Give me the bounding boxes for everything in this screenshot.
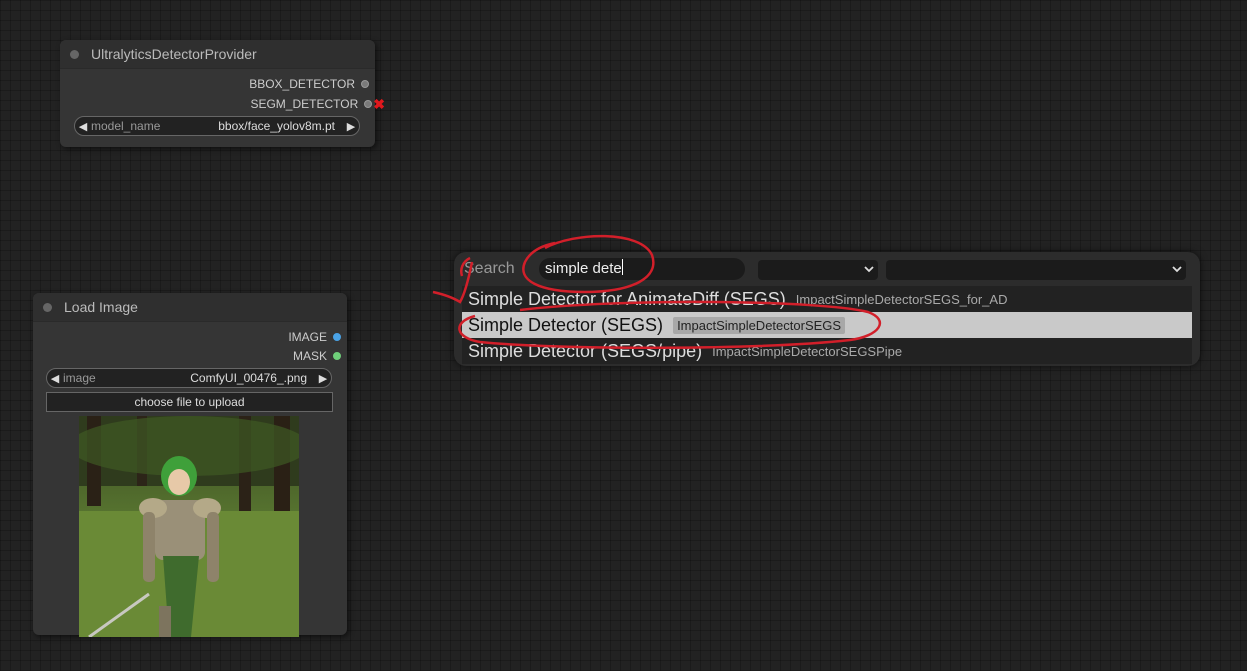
combo-label: model_name (91, 119, 161, 133)
collapse-dot-icon[interactable] (70, 49, 79, 59)
output-segm-detector[interactable]: SEGM_DETECTOR ✖ (250, 96, 385, 112)
node-header[interactable]: Load Image (33, 293, 347, 322)
combo-label: image (63, 371, 96, 385)
combo-left-arrow-icon[interactable]: ◀ (47, 372, 63, 385)
output-socket-icon[interactable] (361, 80, 369, 88)
search-results-list: Simple Detector for AnimateDiff (SEGS) I… (462, 286, 1192, 364)
search-result-item[interactable]: Simple Detector (SEGS/pipe) ImpactSimple… (462, 338, 1192, 364)
output-socket-icon[interactable] (333, 352, 341, 360)
search-result-item-selected[interactable]: Simple Detector (SEGS) ImpactSimpleDetec… (462, 312, 1192, 338)
collapse-dot-icon[interactable] (43, 302, 52, 312)
load-image-node[interactable]: Load Image IMAGE MASK ◀ image ComfyUI_00… (33, 293, 347, 637)
image-combo[interactable]: ◀ image ComfyUI_00476_.png ▶ (46, 368, 332, 388)
node-search-dialog[interactable]: Search simple dete Simple Detector for A… (454, 252, 1200, 366)
combo-right-arrow-icon[interactable]: ▶ (315, 372, 331, 385)
output-label: MASK (292, 349, 327, 363)
output-label: BBOX_DETECTOR (249, 77, 355, 91)
result-title: Simple Detector for AnimateDiff (SEGS) (468, 288, 786, 309)
result-title: Simple Detector (SEGS/pipe) (468, 340, 703, 361)
combo-value: ComfyUI_00476_.png (190, 371, 307, 385)
output-type-filter[interactable] (886, 260, 1186, 280)
output-socket-icon[interactable] (364, 100, 373, 108)
output-bbox-detector[interactable]: BBOX_DETECTOR (249, 76, 369, 92)
image-preview (79, 416, 299, 637)
text-caret (621, 259, 623, 275)
model-name-combo[interactable]: ◀ model_name bbox/face_yolov8m.pt ▶ (74, 116, 360, 136)
node-title: Load Image (64, 299, 138, 315)
output-label: SEGM_DETECTOR (250, 97, 359, 111)
disconnected-x-icon: ✖ (373, 95, 385, 112)
result-node-id: ImpactSimpleDetectorSEGS_for_AD (795, 291, 1008, 307)
result-title: Simple Detector (SEGS) (468, 314, 664, 335)
output-label: IMAGE (288, 330, 327, 344)
ultralytics-detector-node[interactable]: UltralyticsDetectorProvider BBOX_DETECTO… (60, 40, 385, 147)
combo-left-arrow-icon[interactable]: ◀ (75, 120, 91, 133)
chevron-down-icon (1172, 266, 1182, 273)
search-query: simple dete (545, 260, 622, 277)
input-type-filter[interactable] (758, 260, 878, 280)
result-node-id: ImpactSimpleDetectorSEGS (673, 316, 846, 334)
node-title: UltralyticsDetectorProvider (91, 46, 257, 62)
combo-right-arrow-icon[interactable]: ▶ (343, 120, 359, 133)
search-input[interactable]: simple dete (539, 258, 745, 280)
combo-value: bbox/face_yolov8m.pt (218, 119, 335, 133)
upload-button[interactable]: choose file to upload (46, 392, 333, 412)
result-node-id: ImpactSimpleDetectorSEGSPipe (712, 343, 903, 359)
search-result-item[interactable]: Simple Detector for AnimateDiff (SEGS) I… (462, 286, 1192, 312)
output-mask[interactable]: MASK (293, 348, 341, 364)
chevron-down-icon (864, 266, 874, 273)
search-label: Search (464, 260, 515, 277)
preview-illustration (79, 416, 299, 637)
node-header[interactable]: UltralyticsDetectorProvider (60, 40, 375, 69)
output-image[interactable]: IMAGE (288, 329, 341, 345)
output-socket-icon[interactable] (333, 333, 341, 341)
